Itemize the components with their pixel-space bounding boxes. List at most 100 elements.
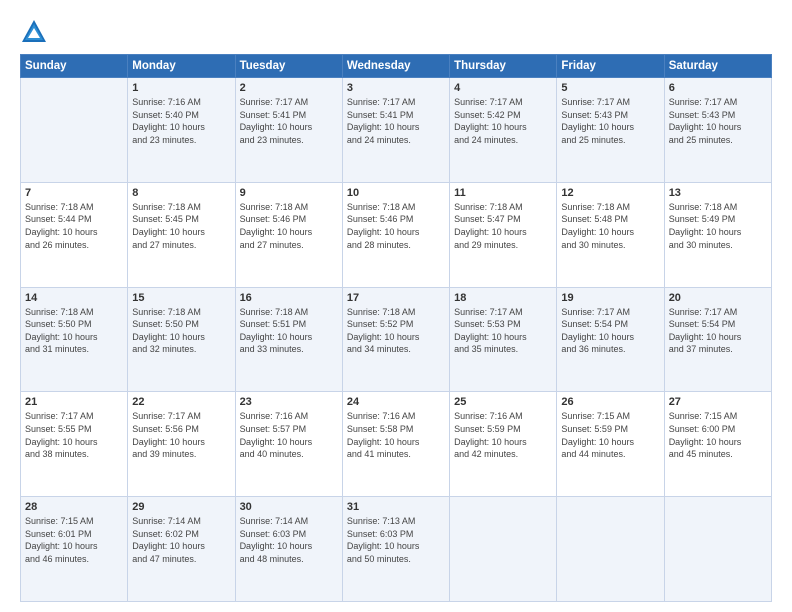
calendar-cell: 18 Sunrise: 7:17 AM Sunset: 5:53 PM Dayli… [450,287,557,392]
day-number: 5 [561,82,659,94]
day-number: 13 [669,187,767,199]
calendar-cell: 16Sunrise: 7:18 AM Sunset: 5:51 PM Dayli… [235,287,342,392]
calendar-cell: 2 Sunrise: 7:17 AM Sunset: 5:41 PM Daylig… [235,78,342,183]
day-number: 21 [25,396,123,408]
calendar-cell: 14 Sunrise: 7:18 AM Sunset: 5:50 PM Dayli… [21,287,128,392]
weekday-header: Wednesday [342,55,449,78]
day-info: Sunrise: 7:18 AM Sunset: 5:50 PM Dayligh… [132,306,230,356]
day-info: Sunrise: 7:18 AM Sunset: 5:48 PM Dayligh… [561,201,659,251]
calendar-cell: 4Sunrise: 7:17 AM Sunset: 5:42 PM Daylig… [450,78,557,183]
calendar-cell: 31Sunrise: 7:13 AM Sunset: 6:03 PM Dayli… [342,497,449,602]
day-number: 17 [347,292,445,304]
day-number: 30 [240,501,338,513]
day-info: Sunrise: 7:18 AM Sunset: 5:44 PM Dayligh… [25,201,123,251]
day-info: Sunrise: 7:18 AM Sunset: 5:46 PM Dayligh… [347,201,445,251]
calendar-week-row: 21 Sunrise: 7:17 AM Sunset: 5:55 PM Dayli… [21,392,772,497]
day-info: Sunrise: 7:18 AM Sunset: 5:47 PM Dayligh… [454,201,552,251]
day-info: Sunrise: 7:16 AM Sunset: 5:59 PM Dayligh… [454,410,552,460]
day-info: Sunrise: 7:17 AM Sunset: 5:43 PM Dayligh… [669,96,767,146]
day-number: 19 [561,292,659,304]
calendar-cell: 30 Sunrise: 7:14 AM Sunset: 6:03 PM Dayli… [235,497,342,602]
logo-icon [20,18,48,46]
calendar-cell: 19 Sunrise: 7:17 AM Sunset: 5:54 PM Dayli… [557,287,664,392]
day-info: Sunrise: 7:16 AM Sunset: 5:58 PM Dayligh… [347,410,445,460]
day-number: 29 [132,501,230,513]
calendar-cell: 1 Sunrise: 7:16 AM Sunset: 5:40 PM Daylig… [128,78,235,183]
calendar-week-row: 14 Sunrise: 7:18 AM Sunset: 5:50 PM Dayli… [21,287,772,392]
day-info: Sunrise: 7:16 AM Sunset: 5:57 PM Dayligh… [240,410,338,460]
day-info: Sunrise: 7:18 AM Sunset: 5:50 PM Dayligh… [25,306,123,356]
day-number: 4 [454,82,552,94]
calendar-cell: 21 Sunrise: 7:17 AM Sunset: 5:55 PM Dayli… [21,392,128,497]
day-number: 26 [561,396,659,408]
calendar-cell: 7Sunrise: 7:18 AM Sunset: 5:44 PM Daylig… [21,182,128,287]
calendar-cell: 20Sunrise: 7:17 AM Sunset: 5:54 PM Dayli… [664,287,771,392]
weekday-header: Monday [128,55,235,78]
day-info: Sunrise: 7:18 AM Sunset: 5:51 PM Dayligh… [240,306,338,356]
calendar-cell: 13 Sunrise: 7:18 AM Sunset: 5:49 PM Dayli… [664,182,771,287]
day-number: 22 [132,396,230,408]
day-info: Sunrise: 7:15 AM Sunset: 5:59 PM Dayligh… [561,410,659,460]
calendar-cell: 11 Sunrise: 7:18 AM Sunset: 5:47 PM Dayli… [450,182,557,287]
day-number: 1 [132,82,230,94]
day-info: Sunrise: 7:17 AM Sunset: 5:41 PM Dayligh… [347,96,445,146]
day-number: 2 [240,82,338,94]
calendar-week-row: 28 Sunrise: 7:15 AM Sunset: 6:01 PM Dayli… [21,497,772,602]
calendar-cell: 8Sunrise: 7:18 AM Sunset: 5:45 PM Daylig… [128,182,235,287]
calendar-cell: 29 Sunrise: 7:14 AM Sunset: 6:02 PM Dayli… [128,497,235,602]
logo [20,18,52,46]
day-number: 6 [669,82,767,94]
calendar-cell [557,497,664,602]
weekday-header: Thursday [450,55,557,78]
calendar-cell [21,78,128,183]
day-info: Sunrise: 7:14 AM Sunset: 6:03 PM Dayligh… [240,515,338,565]
calendar-cell: 5 Sunrise: 7:17 AM Sunset: 5:43 PM Daylig… [557,78,664,183]
day-number: 11 [454,187,552,199]
calendar-header: SundayMondayTuesdayWednesdayThursdayFrid… [21,55,772,78]
day-info: Sunrise: 7:17 AM Sunset: 5:43 PM Dayligh… [561,96,659,146]
calendar-body: 1 Sunrise: 7:16 AM Sunset: 5:40 PM Daylig… [21,78,772,602]
day-number: 10 [347,187,445,199]
day-info: Sunrise: 7:17 AM Sunset: 5:56 PM Dayligh… [132,410,230,460]
day-number: 8 [132,187,230,199]
day-number: 9 [240,187,338,199]
calendar-cell: 22 Sunrise: 7:17 AM Sunset: 5:56 PM Dayli… [128,392,235,497]
weekday-header: Tuesday [235,55,342,78]
calendar-cell: 23Sunrise: 7:16 AM Sunset: 5:57 PM Dayli… [235,392,342,497]
day-number: 14 [25,292,123,304]
calendar-cell: 28 Sunrise: 7:15 AM Sunset: 6:01 PM Dayli… [21,497,128,602]
day-number: 27 [669,396,767,408]
calendar-week-row: 1 Sunrise: 7:16 AM Sunset: 5:40 PM Daylig… [21,78,772,183]
day-info: Sunrise: 7:17 AM Sunset: 5:41 PM Dayligh… [240,96,338,146]
day-info: Sunrise: 7:17 AM Sunset: 5:54 PM Dayligh… [561,306,659,356]
day-info: Sunrise: 7:14 AM Sunset: 6:02 PM Dayligh… [132,515,230,565]
calendar-cell: 24 Sunrise: 7:16 AM Sunset: 5:58 PM Dayli… [342,392,449,497]
calendar-cell: 9 Sunrise: 7:18 AM Sunset: 5:46 PM Daylig… [235,182,342,287]
day-number: 18 [454,292,552,304]
day-info: Sunrise: 7:18 AM Sunset: 5:49 PM Dayligh… [669,201,767,251]
calendar-cell: 26 Sunrise: 7:15 AM Sunset: 5:59 PM Dayli… [557,392,664,497]
day-number: 3 [347,82,445,94]
calendar-cell: 3 Sunrise: 7:17 AM Sunset: 5:41 PM Daylig… [342,78,449,183]
day-info: Sunrise: 7:18 AM Sunset: 5:52 PM Dayligh… [347,306,445,356]
header-row: SundayMondayTuesdayWednesdayThursdayFrid… [21,55,772,78]
calendar-cell [664,497,771,602]
calendar-cell: 12Sunrise: 7:18 AM Sunset: 5:48 PM Dayli… [557,182,664,287]
weekday-header: Saturday [664,55,771,78]
day-info: Sunrise: 7:15 AM Sunset: 6:00 PM Dayligh… [669,410,767,460]
day-info: Sunrise: 7:17 AM Sunset: 5:55 PM Dayligh… [25,410,123,460]
calendar-page: SundayMondayTuesdayWednesdayThursdayFrid… [0,0,792,612]
calendar-cell: 25 Sunrise: 7:16 AM Sunset: 5:59 PM Dayli… [450,392,557,497]
day-number: 24 [347,396,445,408]
day-number: 15 [132,292,230,304]
calendar-cell: 15 Sunrise: 7:18 AM Sunset: 5:50 PM Dayli… [128,287,235,392]
day-info: Sunrise: 7:15 AM Sunset: 6:01 PM Dayligh… [25,515,123,565]
header [20,18,772,46]
day-info: Sunrise: 7:17 AM Sunset: 5:53 PM Dayligh… [454,306,552,356]
day-number: 25 [454,396,552,408]
day-number: 28 [25,501,123,513]
day-info: Sunrise: 7:17 AM Sunset: 5:54 PM Dayligh… [669,306,767,356]
day-info: Sunrise: 7:18 AM Sunset: 5:46 PM Dayligh… [240,201,338,251]
day-number: 31 [347,501,445,513]
day-info: Sunrise: 7:16 AM Sunset: 5:40 PM Dayligh… [132,96,230,146]
